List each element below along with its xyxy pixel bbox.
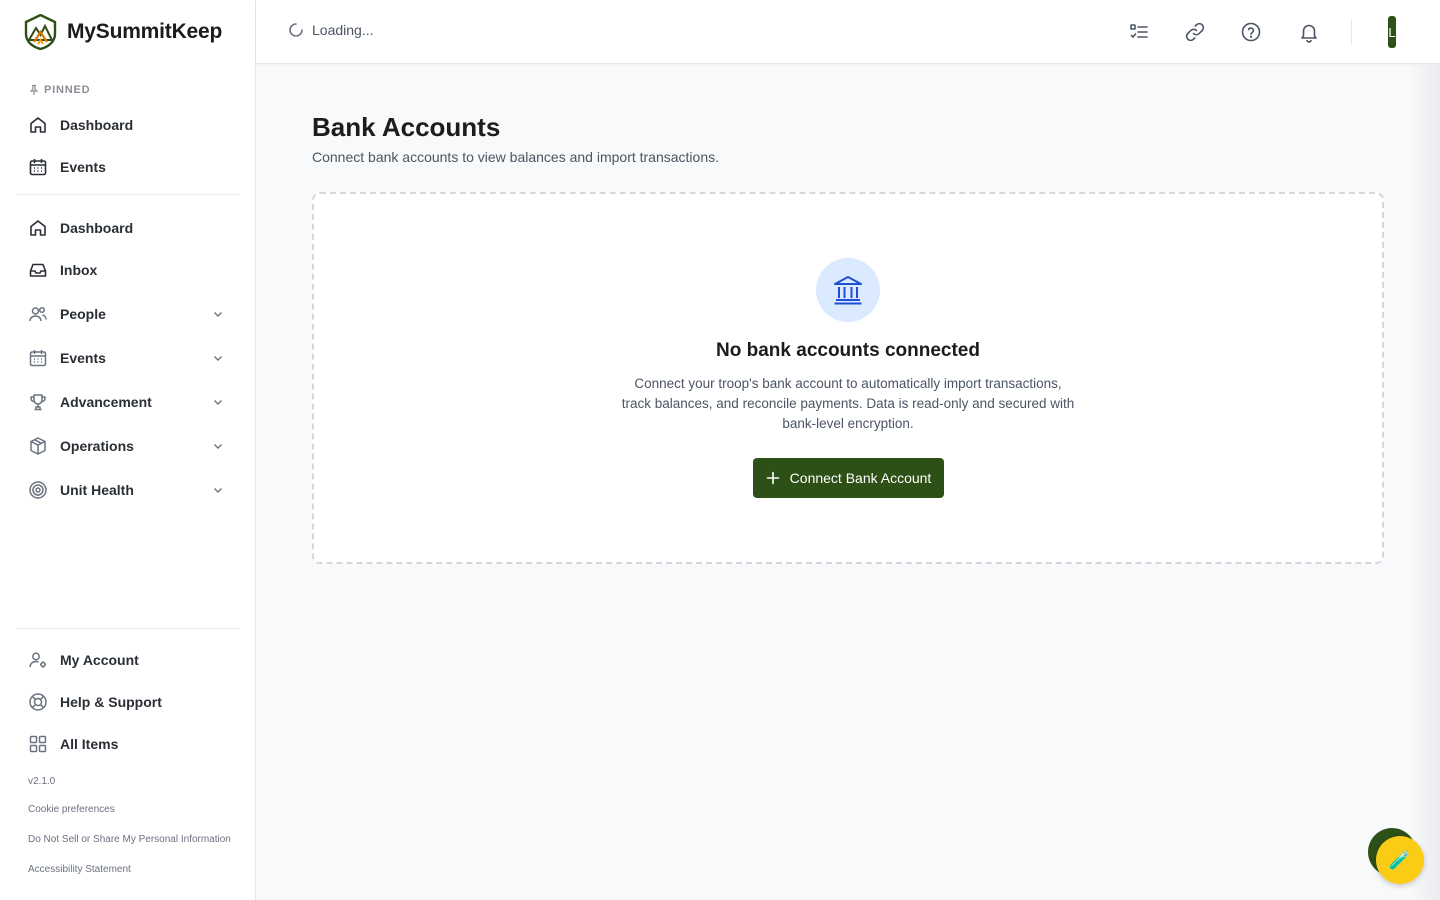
nav-label: Dashboard xyxy=(60,220,134,236)
chevron-down-icon xyxy=(214,488,222,493)
pin-icon xyxy=(29,84,39,95)
help-button[interactable] xyxy=(1235,16,1267,48)
empty-state-description: Connect your troop's bank account to aut… xyxy=(621,376,1075,431)
help-icon xyxy=(1241,22,1261,42)
app-name: MySummitKeep xyxy=(67,20,223,43)
sidebar-item-events[interactable]: Events xyxy=(16,340,240,376)
do-not-sell-link[interactable]: Do Not Sell or Share My Personal Informa… xyxy=(28,834,231,845)
topbar-separator xyxy=(1351,20,1352,44)
connect-bank-account-button[interactable]: Connect Bank Account xyxy=(753,458,944,498)
pinned-section-label: PINNED xyxy=(28,84,90,96)
checklist-button[interactable] xyxy=(1123,16,1155,48)
nav-label: People xyxy=(60,306,106,322)
lifebuoy-icon xyxy=(29,693,47,711)
link-button[interactable] xyxy=(1179,16,1211,48)
loading-text: Loading... xyxy=(312,22,374,38)
nav-label: Advancement xyxy=(60,394,152,410)
nav-label: Inbox xyxy=(60,262,98,278)
chevron-down-icon xyxy=(214,400,222,405)
sidebar: MySummitKeep PINNED Dashboard Events Das… xyxy=(0,0,256,900)
sidebar-item-operations[interactable]: Operations xyxy=(16,428,240,464)
user-gear-icon xyxy=(29,652,46,668)
sidebar-item-my-account[interactable]: My Account xyxy=(16,642,240,678)
calendar-icon xyxy=(29,159,47,176)
empty-state-title: No bank accounts connected xyxy=(716,340,980,361)
notifications-button[interactable] xyxy=(1293,16,1325,48)
inbox-icon xyxy=(29,263,47,277)
sidebar-item-unit-health[interactable]: Unit Health xyxy=(16,472,240,508)
chevron-down-icon xyxy=(214,312,222,317)
nav-label: Unit Health xyxy=(60,482,134,498)
target-icon xyxy=(29,481,47,499)
page-subtitle: Connect bank accounts to view balances a… xyxy=(312,149,720,165)
plus-icon xyxy=(766,471,779,485)
calendar-icon xyxy=(29,350,47,367)
brand[interactable]: MySummitKeep xyxy=(24,14,222,50)
loading-indicator: Loading... xyxy=(288,22,374,38)
sidebar-item-help-support[interactable]: Help & Support xyxy=(16,684,240,720)
sidebar-item-advancement[interactable]: Advancement xyxy=(16,384,240,420)
top-bar: Loading... L xyxy=(256,0,1440,64)
chevron-down-icon xyxy=(214,356,222,361)
home-icon xyxy=(30,220,46,236)
bell-icon xyxy=(1301,24,1317,43)
link-icon xyxy=(1185,22,1205,42)
nav-label: Dashboard xyxy=(60,117,134,133)
user-avatar[interactable]: L xyxy=(1388,16,1396,48)
sidebar-item-inbox[interactable]: Inbox xyxy=(16,252,240,288)
trophy-icon xyxy=(30,394,46,411)
mountain-logo-icon xyxy=(24,14,57,50)
nav-label: Events xyxy=(60,350,106,366)
cookie-preferences-link[interactable]: Cookie preferences xyxy=(28,804,115,815)
grid-icon xyxy=(29,735,47,753)
users-icon xyxy=(29,306,47,322)
chevron-down-icon xyxy=(214,444,222,449)
accessibility-statement-link[interactable]: Accessibility Statement xyxy=(28,864,131,875)
empty-state-card: No bank accounts connected Connect your … xyxy=(312,192,1384,564)
test-tools-fab[interactable]: 🧪 xyxy=(1376,836,1424,884)
nav-label: All Items xyxy=(60,736,119,752)
pinned-item-events[interactable]: Events xyxy=(16,149,240,185)
app-version: v2.1.0 xyxy=(28,776,56,787)
bottom-divider xyxy=(16,628,240,629)
box-icon xyxy=(30,437,46,455)
sidebar-item-dashboard[interactable]: Dashboard xyxy=(16,210,240,246)
sidebar-item-people[interactable]: People xyxy=(16,296,240,332)
checklist-icon xyxy=(1130,24,1148,38)
spinner-icon xyxy=(289,23,303,37)
edge-shadow xyxy=(1410,64,1440,900)
bank-icon xyxy=(834,276,862,305)
nav-label: My Account xyxy=(60,652,139,668)
sidebar-item-all-items[interactable]: All Items xyxy=(16,726,240,762)
nav-label: Operations xyxy=(60,438,134,454)
pinned-item-dashboard[interactable]: Dashboard xyxy=(16,107,240,143)
test-tube-icon: 🧪 xyxy=(1388,849,1412,870)
home-icon xyxy=(30,117,46,133)
bank-icon-circle xyxy=(816,258,880,322)
nav-label: Help & Support xyxy=(60,694,162,710)
pinned-divider xyxy=(16,194,240,195)
connect-button-label: Connect Bank Account xyxy=(789,470,932,486)
page-title: Bank Accounts xyxy=(312,112,501,142)
nav-label: Events xyxy=(60,159,106,175)
